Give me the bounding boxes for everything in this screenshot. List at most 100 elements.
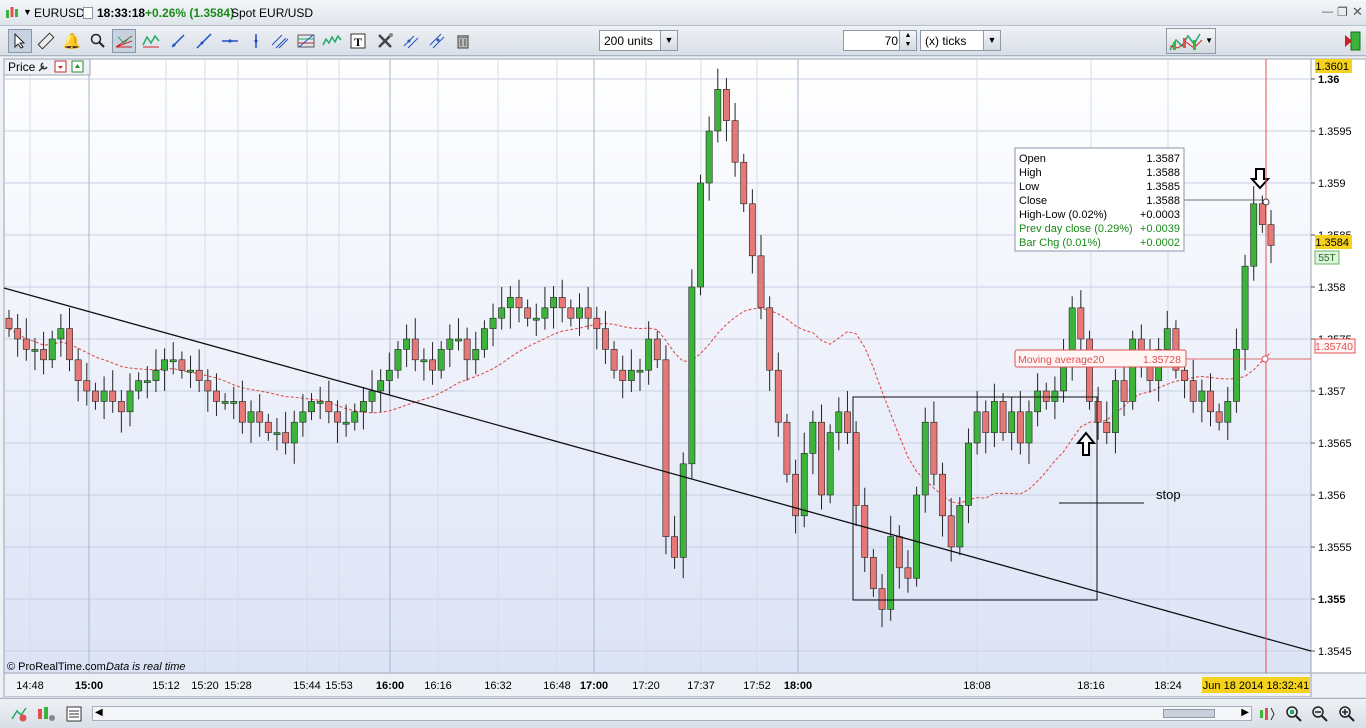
restore-icon[interactable]: ❐ — [1337, 5, 1349, 19]
scroll-thumb[interactable] — [1163, 709, 1215, 718]
horizontal-line-icon[interactable] — [218, 29, 242, 53]
indicators-settings-icon[interactable] — [35, 703, 57, 725]
info-row-label: High-Low (0.02%) — [1019, 209, 1107, 221]
candle-up — [437, 349, 445, 371]
chart-settings-icon[interactable] — [8, 703, 30, 725]
x-tick-label: 15:53 — [325, 680, 353, 692]
candle-up — [143, 380, 151, 383]
cursor-icon[interactable] — [8, 29, 32, 53]
candle-down — [999, 401, 1007, 433]
x-tick-label: 16:48 — [543, 680, 571, 692]
candle-up — [645, 338, 653, 371]
zoom-auto-icon[interactable] — [1283, 703, 1305, 725]
candle-down — [766, 307, 774, 371]
time-scrollbar[interactable]: ◀ ▶ — [92, 706, 1252, 721]
candle-down — [195, 369, 203, 381]
channel-icon-2[interactable] — [425, 29, 449, 53]
delete-icon[interactable] — [451, 29, 475, 53]
ticks-stepper[interactable]: ▲ ▼ — [899, 31, 916, 50]
candle-down — [1094, 401, 1102, 423]
candle-up — [809, 421, 817, 454]
candle-up — [506, 297, 514, 309]
chevron-down-icon[interactable]: ▼ — [1205, 36, 1213, 45]
wave-icon[interactable] — [320, 29, 344, 53]
candle-up — [532, 317, 540, 321]
candle-down — [22, 338, 30, 350]
date-badge-label: Jun 18 2014 18:32:41 — [1203, 680, 1309, 692]
tick-count-badge: 55T — [1314, 250, 1340, 265]
candle-down — [844, 411, 851, 433]
x-tick-label: 18:16 — [1077, 680, 1105, 692]
price-chart[interactable]: stop Price Open 1.3587High 1.3588Low 1.3585… — [0, 57, 1366, 697]
zigzag-tool-icon[interactable] — [139, 29, 163, 53]
x-tick-label: 15:44 — [293, 680, 321, 692]
candle-down — [74, 359, 82, 381]
indicators-button[interactable]: ▼ — [1166, 28, 1216, 54]
ma-point — [1261, 355, 1269, 363]
close-icon[interactable]: ✕ — [1352, 4, 1364, 19]
ma-name: Moving average20 — [1018, 354, 1105, 366]
candle-up — [316, 401, 324, 404]
zoom-fit-icon[interactable] — [1256, 703, 1278, 725]
ray-icon[interactable] — [192, 29, 216, 53]
fan-tool-icon[interactable] — [112, 29, 136, 53]
candle-up — [1129, 338, 1137, 402]
candle-down — [5, 317, 13, 329]
zoom-icon[interactable] — [86, 29, 110, 53]
vertical-line-icon[interactable] — [244, 29, 268, 53]
candle-up — [221, 401, 229, 404]
x-tick-label: 16:00 — [376, 680, 404, 692]
candle-down — [264, 421, 272, 433]
candle-down — [818, 421, 825, 496]
symbol-menu-arrow[interactable]: ▼ — [23, 7, 32, 17]
expand-panel-icon[interactable] — [71, 60, 84, 73]
text-tool-icon[interactable]: T — [346, 29, 370, 53]
x-tick-label: 17:52 — [743, 680, 771, 692]
ticks-input[interactable]: 70 ▲ ▼ — [843, 30, 917, 51]
candle-up — [359, 401, 367, 413]
candle-up — [169, 359, 177, 363]
candle-up — [31, 349, 39, 352]
units-select[interactable]: 200 units ▼ — [599, 30, 678, 51]
candle-up — [1111, 380, 1119, 433]
side-panel-toggle[interactable] — [1341, 29, 1363, 53]
x-tick-label: 18:24 — [1154, 680, 1182, 692]
chevron-down-icon[interactable]: ▼ — [983, 31, 1000, 50]
price-axis[interactable] — [1310, 58, 1366, 674]
candle-down — [1181, 369, 1188, 381]
panel-header: Price — [3, 58, 91, 76]
candle-down — [411, 338, 419, 361]
alert-bell-icon[interactable]: 🔔 — [60, 29, 84, 53]
trendline-icon[interactable] — [166, 29, 190, 53]
candle-down — [515, 297, 523, 309]
chevron-down-icon[interactable]: ▼ — [660, 31, 677, 50]
candle-up — [1163, 328, 1171, 350]
candle-down — [930, 421, 938, 475]
scroll-right-icon[interactable]: ▶ — [1241, 707, 1249, 718]
candle-up — [480, 328, 488, 350]
ruler-icon[interactable] — [34, 29, 58, 53]
candle-down — [939, 473, 946, 517]
tick-unit-select[interactable]: (x) ticks ▼ — [920, 30, 1001, 51]
settings-tools-icon[interactable] — [373, 29, 397, 53]
candle-up — [273, 432, 281, 435]
y-tick-label: 1.3595 — [1318, 126, 1352, 138]
candle-up — [1233, 349, 1240, 402]
watermark: © ProRealTime.com — [7, 661, 106, 673]
parallel-lines-icon[interactable] — [268, 29, 292, 53]
channel-icon[interactable] — [399, 29, 423, 53]
candle-down — [463, 338, 471, 361]
list-view-icon[interactable] — [63, 703, 85, 725]
candle-down — [117, 401, 125, 413]
zoom-out-icon[interactable] — [1309, 703, 1331, 725]
candle-up — [455, 338, 462, 342]
fibonacci-icon[interactable] — [294, 29, 318, 53]
minimize-icon[interactable]: — — [1322, 6, 1334, 18]
close-panel-icon[interactable] — [54, 60, 67, 73]
zoom-in-icon[interactable] — [1336, 703, 1358, 725]
scroll-left-icon[interactable]: ◀ — [95, 707, 103, 718]
candle-up — [636, 369, 644, 373]
info-row-value: +0.0002 — [1140, 237, 1180, 249]
y-tick-label: 1.3565 — [1318, 438, 1352, 450]
candle-up — [956, 505, 964, 548]
